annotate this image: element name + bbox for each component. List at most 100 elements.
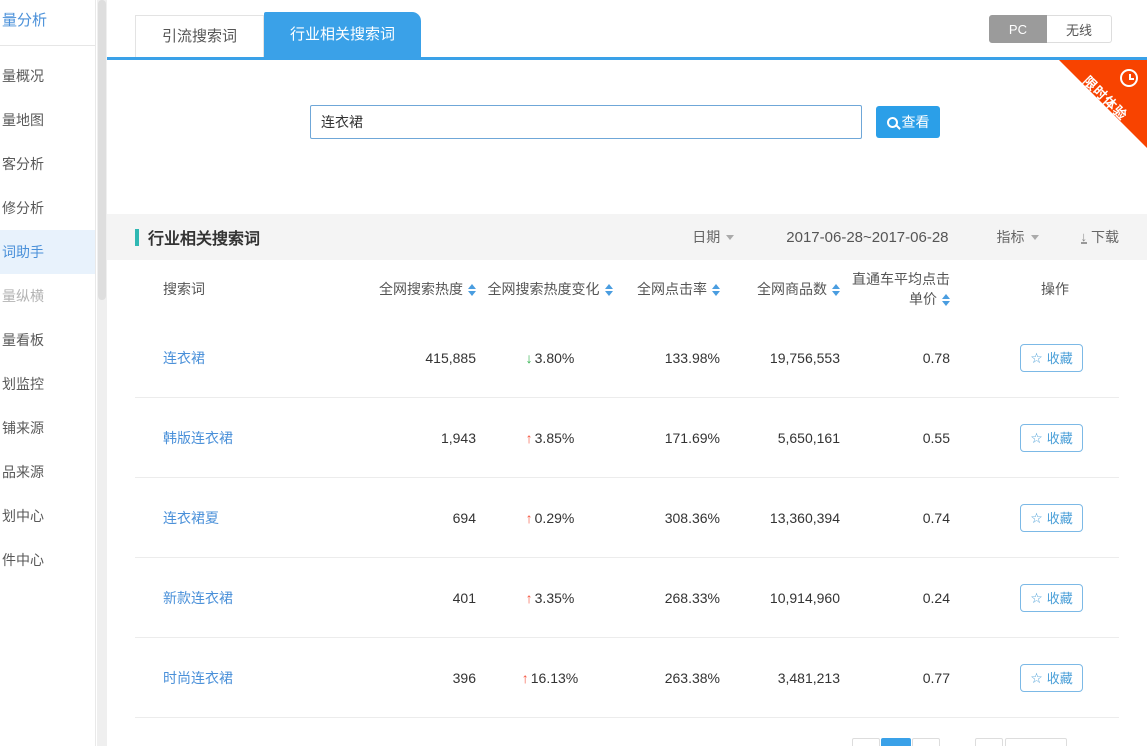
sort-icon[interactable] xyxy=(832,284,840,296)
favorite-button[interactable]: ☆收藏 xyxy=(1020,664,1083,692)
heat-change-value: ↑16.13% xyxy=(522,670,578,686)
sort-icon[interactable] xyxy=(942,294,950,306)
table-row: 时尚连衣裙 396 ↑16.13% 263.38% 3,481,213 0.77… xyxy=(135,638,1119,718)
table-header-row: 搜索词 全网搜索热度 全网搜索热度变化 全网点击率 全网商品数 直通车平均点击单… xyxy=(135,260,1119,318)
magnifier-icon xyxy=(887,117,898,128)
view-button-label: 查看 xyxy=(902,112,930,132)
cpc-value: 0.24 xyxy=(850,590,955,606)
toggle-pc-button[interactable]: PC xyxy=(989,15,1047,43)
sidebar-item-product-source[interactable]: 品来源 xyxy=(0,450,95,494)
heat-change-value: ↓3.80% xyxy=(526,350,575,366)
sidebar-item-decoration-analysis[interactable]: 修分析 xyxy=(0,186,95,230)
heat-value: 694 xyxy=(340,510,480,526)
trend-arrow-icon: ↑ xyxy=(526,510,533,526)
table-row: 连衣裙 415,885 ↓3.80% 133.98% 19,756,553 0.… xyxy=(135,318,1119,398)
section-header: 行业相关搜索词 日期 2017-06-28~2017-06-28 指标 ↓ 下载 xyxy=(107,214,1147,260)
sidebar-item-visitor-analysis[interactable]: 客分析 xyxy=(0,142,95,186)
table-row: 韩版连衣裙 1,943 ↑3.85% 171.69% 5,650,161 0.5… xyxy=(135,398,1119,478)
products-value: 19,756,553 xyxy=(730,350,850,366)
view-button[interactable]: 查看 xyxy=(876,106,940,138)
toggle-wireless-button[interactable]: 无线 xyxy=(1047,15,1112,43)
page: 量分析 量概况 量地图 客分析 修分析 词助手 量纵横 量看板 划监控 铺来源 … xyxy=(0,0,1147,746)
tab-referral-search-terms[interactable]: 引流搜索词 xyxy=(135,15,264,57)
sidebar-item-traffic-map[interactable]: 量地图 xyxy=(0,98,95,142)
trend-arrow-icon: ↑ xyxy=(522,670,529,686)
clock-icon xyxy=(1120,69,1138,87)
heat-value: 415,885 xyxy=(340,350,480,366)
star-icon: ☆ xyxy=(1030,671,1043,685)
keyword-link[interactable]: 连衣裙 xyxy=(163,350,205,366)
sidebar-item-plan-center[interactable]: 划中心 xyxy=(0,494,95,538)
favorite-button[interactable]: ☆收藏 xyxy=(1020,504,1083,532)
sidebar-item-keyword-assistant[interactable]: 词助手 xyxy=(0,230,95,274)
sort-icon[interactable] xyxy=(468,284,476,296)
col-header-cpc: 直通车平均点击单价 xyxy=(850,269,955,309)
pagination-page[interactable] xyxy=(912,738,940,746)
table-row: 新款连衣裙 401 ↑3.35% 268.33% 10,914,960 0.24… xyxy=(135,558,1119,638)
metric-filter-dropdown[interactable]: 指标 xyxy=(997,227,1039,247)
cpc-value: 0.78 xyxy=(850,350,955,366)
favorite-button[interactable]: ☆收藏 xyxy=(1020,344,1083,372)
search-terms-table: 搜索词 全网搜索热度 全网搜索热度变化 全网点击率 全网商品数 直通车平均点击单… xyxy=(107,260,1147,718)
pagination-page-active[interactable] xyxy=(881,738,911,746)
sidebar-divider xyxy=(0,45,95,46)
download-label: 下载 xyxy=(1091,227,1119,247)
col-header-heat: 全网搜索热度 xyxy=(340,279,480,299)
star-icon: ☆ xyxy=(1030,351,1043,365)
download-button[interactable]: ↓ 下载 xyxy=(1081,227,1120,247)
download-icon: ↓ xyxy=(1081,231,1088,244)
products-value: 5,650,161 xyxy=(730,430,850,446)
cpc-value: 0.55 xyxy=(850,430,955,446)
sidebar-item-traffic-board[interactable]: 量看板 xyxy=(0,318,95,362)
metric-filter-label: 指标 xyxy=(997,227,1025,247)
keyword-link[interactable]: 连衣裙夏 xyxy=(163,510,219,526)
sidebar-item-plan-monitor[interactable]: 划监控 xyxy=(0,362,95,406)
table-row: 连衣裙夏 694 ↑0.29% 308.36% 13,360,394 0.74 … xyxy=(135,478,1119,558)
sort-icon[interactable] xyxy=(605,284,613,296)
date-range[interactable]: 2017-06-28~2017-06-28 xyxy=(786,229,948,246)
chevron-down-icon xyxy=(726,235,734,240)
cpc-value: 0.74 xyxy=(850,510,955,526)
trend-arrow-icon: ↓ xyxy=(526,350,533,366)
col-header-heat-change: 全网搜索热度变化 xyxy=(480,279,620,299)
section-controls: 日期 2017-06-28~2017-06-28 指标 ↓ 下载 xyxy=(692,227,1119,247)
search-area: 查看 xyxy=(107,60,1147,214)
sort-icon[interactable] xyxy=(712,284,720,296)
tab-industry-related-search-terms[interactable]: 行业相关搜索词 xyxy=(264,12,421,57)
keyword-link[interactable]: 时尚连衣裙 xyxy=(163,670,233,686)
ctr-value: 268.33% xyxy=(620,590,730,606)
col-header-products: 全网商品数 xyxy=(730,279,850,299)
ctr-value: 171.69% xyxy=(620,430,730,446)
keyword-input[interactable] xyxy=(310,105,862,139)
ctr-value: 308.36% xyxy=(620,510,730,526)
keyword-link[interactable]: 新款连衣裙 xyxy=(163,590,233,606)
products-value: 10,914,960 xyxy=(730,590,850,606)
sidebar-item-traffic-matrix[interactable]: 量纵横 xyxy=(0,274,95,318)
star-icon: ☆ xyxy=(1030,511,1043,525)
col-header-keyword: 搜索词 xyxy=(163,279,340,299)
heat-value: 396 xyxy=(340,670,480,686)
sidebar-section-traffic-analysis[interactable]: 量分析 xyxy=(0,0,95,45)
sidebar-item-component-center[interactable]: 件中心 xyxy=(0,538,95,582)
heat-change-value: ↑0.29% xyxy=(526,510,575,526)
keyword-link[interactable]: 韩版连衣裙 xyxy=(163,430,233,446)
sidebar-item-traffic-overview[interactable]: 量概况 xyxy=(0,54,95,98)
tab-bar: 引流搜索词 行业相关搜索词 PC 无线 xyxy=(107,0,1147,57)
star-icon: ☆ xyxy=(1030,591,1043,605)
favorite-button[interactable]: ☆收藏 xyxy=(1020,424,1083,452)
sidebar: 量分析 量概况 量地图 客分析 修分析 词助手 量纵横 量看板 划监控 铺来源 … xyxy=(0,0,96,746)
products-value: 13,360,394 xyxy=(730,510,850,526)
device-toggle: PC 无线 xyxy=(989,15,1112,43)
sidebar-item-shop-source[interactable]: 铺来源 xyxy=(0,406,95,450)
cpc-value: 0.77 xyxy=(850,670,955,686)
favorite-button[interactable]: ☆收藏 xyxy=(1020,584,1083,612)
pagination-page-size[interactable] xyxy=(1005,738,1067,746)
pagination-page[interactable] xyxy=(852,738,880,746)
trend-arrow-icon: ↑ xyxy=(526,430,533,446)
pagination-next[interactable] xyxy=(975,738,1003,746)
sidebar-scrollbar[interactable] xyxy=(97,0,107,746)
date-filter-dropdown[interactable]: 日期 xyxy=(692,227,734,247)
heat-change-value: ↑3.85% xyxy=(526,430,575,446)
trial-ribbon[interactable]: 限时体验 xyxy=(1059,60,1147,148)
sidebar-scrollbar-thumb[interactable] xyxy=(98,0,106,300)
